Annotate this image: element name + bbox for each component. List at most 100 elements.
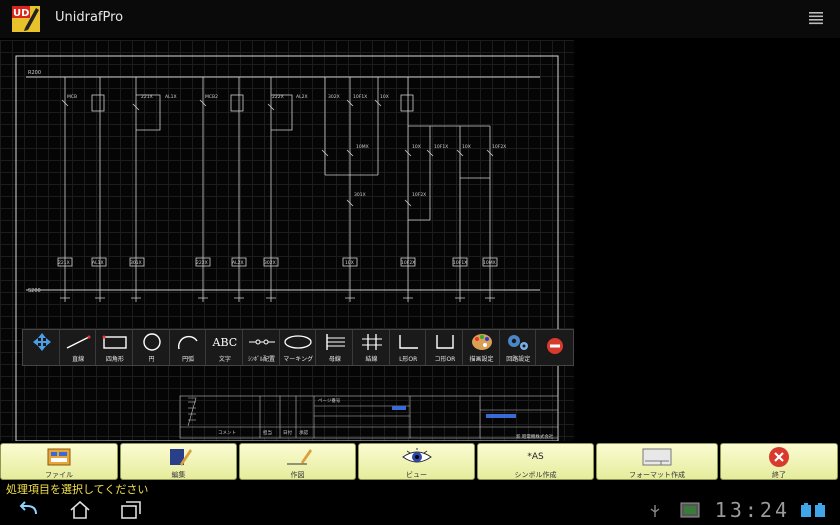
title-block-comment: コメント	[218, 430, 236, 436]
symbol-create-button-label: シンボル作成	[514, 471, 557, 479]
palette-icon	[471, 334, 492, 350]
l-shape-icon	[399, 335, 419, 349]
title-block-col: 承認	[299, 429, 308, 436]
wiring-icon	[361, 334, 382, 350]
edit-button-label: 編集	[171, 471, 186, 479]
tool-u-or[interactable]: コ形OR	[426, 330, 464, 365]
tool-label: 円	[148, 356, 155, 363]
tool-circuit-settings[interactable]: 回路設定	[500, 330, 537, 365]
stop-icon	[546, 338, 563, 354]
clock: 13:24	[714, 498, 790, 522]
draw-button-label: 作図	[290, 471, 305, 479]
coil-label: 302X	[264, 260, 276, 266]
draw-button[interactable]: 作図	[239, 443, 356, 480]
circuit-label: 301X	[354, 192, 366, 198]
recent-apps-icon[interactable]	[118, 500, 142, 520]
circuit-label: AL2X	[296, 94, 308, 100]
coil-label: 10F2X	[401, 260, 415, 266]
tool-arc[interactable]: 円弧	[170, 330, 207, 365]
ellipse-icon	[284, 335, 312, 349]
tool-label: 結線	[365, 356, 378, 363]
bus-top-label: R200	[28, 70, 41, 76]
coil-label: 221X	[58, 260, 70, 266]
battery-icon	[801, 503, 825, 517]
tool-move[interactable]	[23, 330, 60, 365]
tool-circle[interactable]: 円	[133, 330, 170, 365]
overflow-menu-icon[interactable]	[808, 10, 824, 26]
coil-label: AL2X	[232, 260, 244, 266]
circuit-label: 10F2X	[492, 144, 506, 150]
title-bar: UD UnidrafPro	[0, 0, 840, 38]
coil-label: 301X	[130, 260, 142, 266]
exit-button[interactable]: 終了	[720, 443, 838, 480]
format-icon	[642, 448, 672, 466]
edit-icon	[169, 449, 192, 466]
tool-text[interactable]: ABC 文字	[206, 330, 244, 365]
schematic-drawing: R200 S200 MCB 221X AL1X MCB2 222X AL2X 3…	[15, 55, 559, 441]
coil-label: 222X	[196, 260, 208, 266]
file-button-label: ファイル	[45, 471, 73, 479]
circuit-label: 10F1X	[353, 94, 367, 100]
gears-icon	[508, 335, 529, 350]
tool-label: 円弧	[182, 356, 195, 363]
tool-label: L形OR	[399, 356, 418, 363]
tool-line[interactable]: 直線	[60, 330, 97, 365]
format-create-button-label: フォーマット作成	[629, 471, 685, 479]
circuit-label: 221X	[141, 94, 153, 100]
text-icon: ABC	[212, 335, 238, 349]
tool-marking[interactable]: マーキング	[280, 330, 317, 365]
file-button[interactable]: ファイル	[0, 443, 118, 480]
app-window: UD UnidrafPro R200 S200 MCB 221X AL1X MC…	[0, 0, 840, 525]
tool-l-or[interactable]: L形OR	[390, 330, 427, 365]
circuit-label: 10X	[412, 144, 421, 150]
circuit-label: 10F1X	[434, 144, 448, 150]
tool-draw-settings[interactable]: 描画設定	[463, 330, 500, 365]
circuit-label: 10F2X	[412, 192, 426, 198]
view-button-label: ビュー	[406, 471, 427, 479]
bottom-toolbar: ファイル 編集 作図 ビュー *AS シンボル作成 フォーマット作成 終了	[0, 443, 840, 480]
symbol-create-icon: *AS	[527, 452, 544, 462]
tool-busbar[interactable]: 母線	[316, 330, 354, 365]
close-icon	[769, 447, 789, 467]
tool-rectangle[interactable]: 四角形	[96, 330, 134, 365]
tool-stop[interactable]	[536, 330, 573, 365]
pencil-icon	[286, 449, 312, 465]
tool-label: 四角形	[105, 356, 124, 363]
circuit-label: AL1X	[165, 94, 177, 100]
coil-label: AL1X	[92, 260, 104, 266]
circuit-label: 222X	[272, 94, 284, 100]
title-block-page: ページ番号	[318, 397, 341, 404]
home-icon[interactable]	[68, 500, 92, 520]
arc-icon	[178, 335, 198, 350]
tool-label: コ形OR	[434, 356, 456, 363]
edit-button[interactable]: 編集	[120, 443, 237, 480]
symbol-create-button[interactable]: *AS シンボル作成	[477, 443, 594, 480]
usb-icon	[650, 505, 660, 517]
busbar-icon	[326, 334, 345, 350]
circuit-label: 10X	[462, 144, 471, 150]
tool-label: 直線	[72, 356, 85, 363]
app-title: UnidrafPro	[55, 10, 124, 25]
file-icon	[47, 448, 71, 466]
coil-label: 10MX	[483, 260, 496, 266]
format-create-button[interactable]: フォーマット作成	[596, 443, 718, 480]
gallery-icon	[680, 502, 700, 518]
app-logo-icon: UD	[12, 6, 40, 32]
view-button[interactable]: ビュー	[358, 443, 475, 480]
coil-label: 10X	[345, 260, 354, 266]
bus-bottom-label: S200	[28, 288, 41, 294]
circuit-label: MCB	[67, 94, 77, 100]
back-icon[interactable]	[16, 500, 40, 520]
eye-icon	[401, 448, 432, 463]
coil-label: 10F1X	[453, 260, 467, 266]
exit-button-label: 終了	[772, 471, 786, 479]
tool-wiring[interactable]: 結線	[353, 330, 390, 365]
tool-symbol[interactable]: ｼﾝﾎﾞﾙ配置	[243, 330, 280, 365]
u-shape-icon	[436, 335, 454, 349]
circuit-label: 302X	[328, 94, 340, 100]
rectangle-icon	[102, 335, 127, 349]
tool-label: マーキング	[283, 356, 314, 363]
tool-label: 回路設定	[506, 356, 531, 363]
line-icon	[66, 335, 91, 349]
tool-label: 文字	[218, 356, 231, 363]
